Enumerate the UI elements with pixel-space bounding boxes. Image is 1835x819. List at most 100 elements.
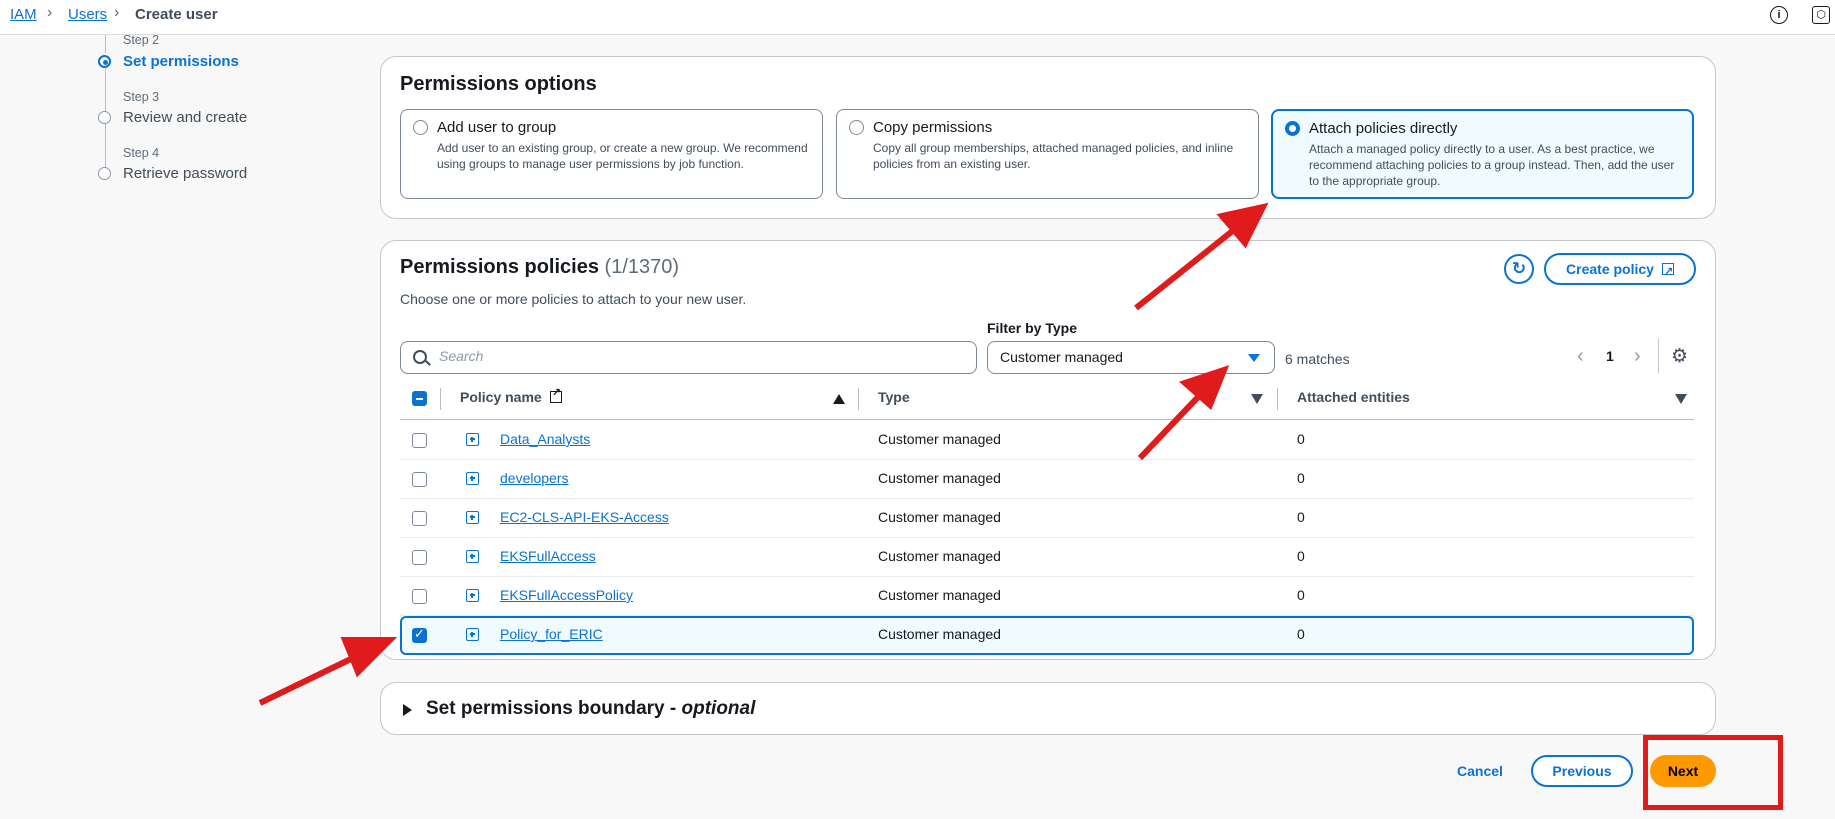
option-title: Add user to group <box>437 119 557 136</box>
previous-button[interactable]: Previous <box>1531 755 1633 787</box>
boundary-optional: optional <box>681 698 756 719</box>
column-header-policy-name[interactable]: Policy name <box>460 386 562 405</box>
radio-button[interactable] <box>413 120 428 135</box>
policy-type: Customer managed <box>878 626 1001 642</box>
expand-icon[interactable] <box>466 550 479 563</box>
caret-right-icon[interactable] <box>403 704 412 716</box>
policy-name-link[interactable]: Data_Analysts <box>500 431 590 447</box>
filter-type-value: Customer managed <box>1000 349 1123 365</box>
filter-type-select[interactable]: Customer managed <box>987 341 1275 374</box>
policies-description: Choose one or more policies to attach to… <box>400 291 747 307</box>
row-checkbox[interactable] <box>412 472 427 487</box>
expand-icon[interactable] <box>466 589 479 602</box>
policy-search-field[interactable] <box>400 341 977 374</box>
permissions-options-title: Permissions options <box>400 73 597 95</box>
table-header-divider <box>400 419 1694 420</box>
row-checkbox[interactable] <box>412 550 427 565</box>
cancel-button[interactable]: Cancel <box>1457 763 1503 779</box>
boundary-title-text: Set permissions boundary - <box>426 698 682 719</box>
gear-icon[interactable]: ⚙ <box>1671 345 1688 368</box>
option-add-user-to-group[interactable]: Add user to group Add user to an existin… <box>400 109 823 199</box>
option-copy-permissions[interactable]: Copy permissions Copy all group membersh… <box>836 109 1259 199</box>
table-row[interactable]: developers Customer managed 0 <box>400 460 1694 499</box>
option-title: Attach policies directly <box>1309 120 1458 137</box>
step-connector <box>105 68 106 113</box>
breadcrumb-users[interactable]: Users <box>68 6 107 23</box>
column-header-label: Policy name <box>460 389 542 405</box>
breadcrumb-iam[interactable]: IAM <box>10 6 37 23</box>
policy-type: Customer managed <box>878 431 1001 447</box>
page-number[interactable]: 1 <box>1606 348 1614 364</box>
sort-descending-icon[interactable] <box>1675 394 1687 404</box>
sort-ascending-icon[interactable] <box>833 394 845 404</box>
row-checkbox[interactable] <box>412 433 427 448</box>
breadcrumb-current: Create user <box>135 6 218 23</box>
annotation-highlight-box <box>1643 735 1783 810</box>
option-description: Add user to an existing group, or create… <box>437 141 808 171</box>
table-row[interactable]: Data_Analysts Customer managed 0 <box>400 421 1694 460</box>
policy-type: Customer managed <box>878 470 1001 486</box>
option-attach-policies-directly[interactable]: Attach policies directly Attach a manage… <box>1271 109 1694 199</box>
column-header-attached-entities[interactable]: Attached entities <box>1297 389 1410 405</box>
attached-entities: 0 <box>1297 431 1305 447</box>
chevron-right-icon[interactable]: › <box>1634 345 1641 368</box>
radio-button-selected[interactable] <box>1285 121 1300 136</box>
create-policy-label: Create policy <box>1566 261 1654 277</box>
permissions-policies-heading: Permissions policies (1/1370) <box>400 256 679 279</box>
table-row[interactable]: EKSFullAccess Customer managed 0 <box>400 538 1694 577</box>
table-row[interactable]: EC2-CLS-API-EKS-Access Customer managed … <box>400 499 1694 538</box>
info-icon[interactable]: i <box>1770 6 1788 24</box>
refresh-icon[interactable]: ↻ <box>1504 254 1534 284</box>
annotation-arrow <box>258 654 357 706</box>
select-all-checkbox[interactable] <box>412 391 427 406</box>
column-divider <box>1277 388 1278 410</box>
row-checkbox-checked[interactable] <box>412 626 427 643</box>
step-number: Step 2 <box>123 33 160 47</box>
attached-entities: 0 <box>1297 470 1305 486</box>
step-indicator <box>98 167 111 180</box>
caret-down-icon <box>1248 354 1260 362</box>
step-label[interactable]: Set permissions <box>123 53 239 70</box>
search-icon <box>413 350 427 364</box>
expand-icon[interactable] <box>466 628 479 641</box>
expand-icon[interactable] <box>466 433 479 446</box>
match-count: 6 matches <box>1285 351 1350 367</box>
row-checkbox[interactable] <box>412 511 427 526</box>
policy-name-link[interactable]: EKSFullAccess <box>500 548 596 564</box>
settings-icon[interactable]: ⬡ <box>1812 6 1830 24</box>
column-divider <box>440 388 441 410</box>
expand-icon[interactable] <box>466 472 479 485</box>
policy-name-link[interactable]: EKSFullAccessPolicy <box>500 587 633 603</box>
create-policy-button[interactable]: Create policy <box>1544 253 1696 286</box>
step-connector <box>105 35 106 53</box>
table-row[interactable]: EKSFullAccessPolicy Customer managed 0 <box>400 577 1694 616</box>
attached-entities: 0 <box>1297 626 1305 642</box>
column-header-type[interactable]: Type <box>878 389 910 405</box>
radio-button[interactable] <box>849 120 864 135</box>
option-description: Attach a managed policy directly to a us… <box>1309 142 1675 188</box>
filter-by-type-label: Filter by Type <box>987 320 1077 336</box>
policy-name-link[interactable]: EC2-CLS-API-EKS-Access <box>500 509 669 525</box>
policies-count: (1/1370) <box>604 256 680 278</box>
search-input[interactable] <box>437 347 961 365</box>
option-title: Copy permissions <box>873 119 993 136</box>
step-indicator-active <box>98 55 111 68</box>
sort-descending-icon[interactable] <box>1251 394 1263 404</box>
policy-type: Customer managed <box>878 509 1001 525</box>
step-connector <box>105 124 106 168</box>
permissions-boundary-title[interactable]: Set permissions boundary - optional <box>426 698 755 720</box>
expand-icon[interactable] <box>466 511 479 524</box>
external-link-icon <box>1661 258 1674 286</box>
policy-name-link[interactable]: Policy_for_ERIC <box>500 626 603 642</box>
policy-name-link[interactable]: developers <box>500 470 569 486</box>
row-checkbox[interactable] <box>412 589 427 604</box>
divider <box>1658 338 1659 373</box>
step-label: Retrieve password <box>123 165 248 182</box>
option-description: Copy all group memberships, attached man… <box>873 141 1234 171</box>
policy-type: Customer managed <box>878 548 1001 564</box>
chevron-right-icon: › <box>47 4 53 21</box>
chevron-left-icon[interactable]: ‹ <box>1577 345 1584 368</box>
table-row-selected[interactable]: Policy_for_ERIC Customer managed 0 <box>400 616 1694 655</box>
top-bar: IAM › Users › Create user i ⬡ <box>0 0 1835 35</box>
attached-entities: 0 <box>1297 548 1305 564</box>
